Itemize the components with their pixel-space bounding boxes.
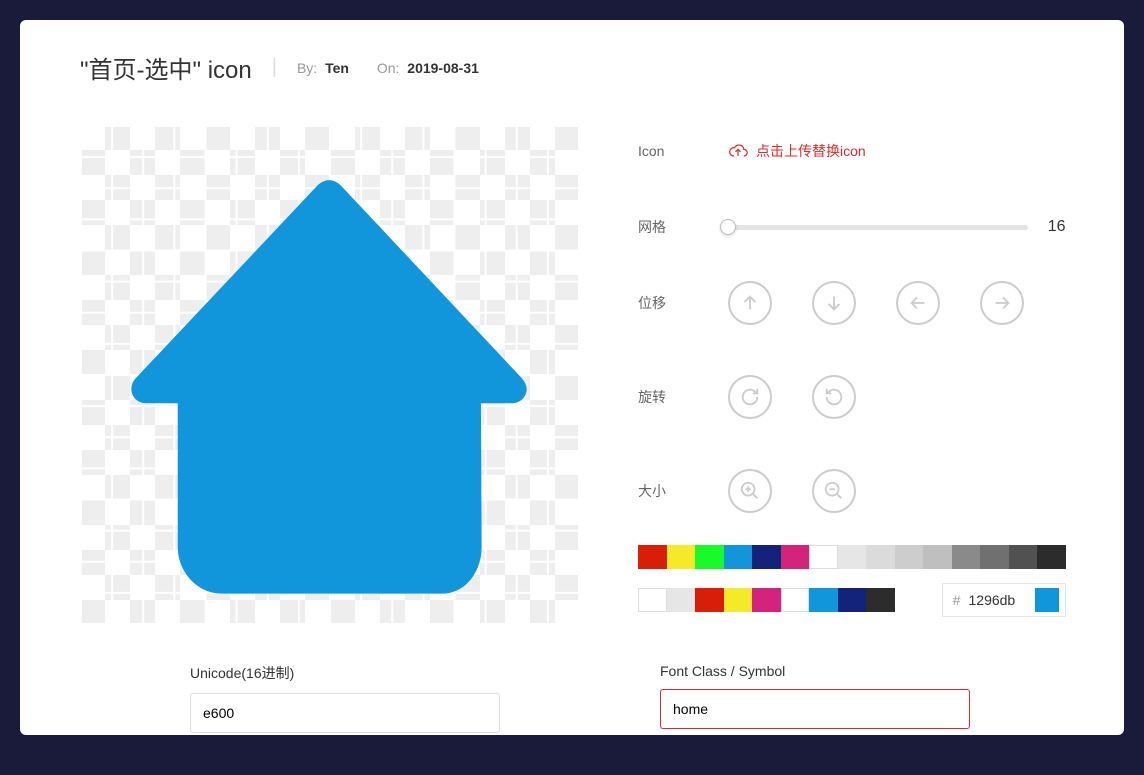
arrow-right-icon: [991, 292, 1013, 314]
color-swatch[interactable]: [1009, 545, 1038, 569]
translate-label: 位移: [638, 293, 728, 313]
rotate-ccw-icon: [823, 386, 845, 408]
cloud-upload-icon: [728, 141, 748, 161]
recent-color-swatch[interactable]: [838, 588, 867, 612]
zoom-in-icon: [739, 480, 761, 502]
recent-color-swatch[interactable]: [638, 588, 667, 612]
color-swatch[interactable]: [952, 545, 981, 569]
recent-color-swatch[interactable]: [781, 588, 810, 612]
home-icon: [109, 154, 549, 594]
size-label: 大小: [638, 481, 728, 501]
recent-color-swatch[interactable]: [752, 588, 781, 612]
move-right-button[interactable]: [980, 281, 1024, 325]
by-label: By:: [297, 60, 317, 76]
color-swatch[interactable]: [980, 545, 1009, 569]
slider-thumb[interactable]: [720, 219, 736, 235]
move-left-button[interactable]: [896, 281, 940, 325]
color-swatch[interactable]: [695, 545, 724, 569]
color-palette-2: [638, 588, 895, 612]
fontclass-label: Font Class / Symbol: [660, 663, 970, 679]
page-title: "首页-选中" icon: [80, 50, 252, 85]
color-swatch[interactable]: [667, 545, 696, 569]
grid-label: 网格: [638, 217, 728, 237]
arrow-up-icon: [739, 292, 761, 314]
author: Ten: [325, 60, 349, 76]
unicode-label: Unicode(16进制): [190, 663, 500, 683]
move-up-button[interactable]: [728, 281, 772, 325]
date: 2019-08-31: [407, 60, 479, 76]
hex-color-group: #: [942, 583, 1066, 617]
upload-replace-button[interactable]: 点击上传替换icon: [728, 141, 866, 161]
color-swatch[interactable]: [752, 545, 781, 569]
color-swatch[interactable]: [724, 545, 753, 569]
color-swatch[interactable]: [1037, 545, 1066, 569]
grid-slider[interactable]: [728, 225, 1028, 230]
fontclass-input[interactable]: [660, 689, 970, 729]
grid-value: 16: [1042, 218, 1066, 236]
rotate-label: 旋转: [638, 387, 728, 407]
rotate-cw-icon: [739, 386, 761, 408]
color-swatch[interactable]: [781, 545, 810, 569]
divider: |: [272, 56, 277, 79]
recent-color-swatch[interactable]: [866, 588, 895, 612]
zoom-out-button[interactable]: [812, 469, 856, 513]
color-swatch[interactable]: [923, 545, 952, 569]
rotate-ccw-button[interactable]: [812, 375, 856, 419]
recent-color-swatch[interactable]: [809, 588, 838, 612]
recent-color-swatch[interactable]: [695, 588, 724, 612]
color-swatch[interactable]: [866, 545, 895, 569]
on-label: On:: [377, 60, 400, 76]
zoom-in-button[interactable]: [728, 469, 772, 513]
upload-text: 点击上传替换icon: [756, 141, 866, 161]
color-palette-1: [638, 545, 1066, 569]
header: "首页-选中" icon | By: Ten On: 2019-08-31: [80, 50, 1064, 85]
icon-canvas[interactable]: [80, 125, 578, 623]
color-swatch[interactable]: [895, 545, 924, 569]
arrow-left-icon: [907, 292, 929, 314]
hex-prefix: #: [953, 592, 961, 608]
meta-info: By: Ten On: 2019-08-31: [297, 60, 483, 76]
hex-color-preview[interactable]: [1035, 588, 1059, 612]
arrow-down-icon: [823, 292, 845, 314]
unicode-input[interactable]: [190, 693, 500, 733]
zoom-out-icon: [823, 480, 845, 502]
recent-color-swatch[interactable]: [667, 588, 696, 612]
move-down-button[interactable]: [812, 281, 856, 325]
icon-label: Icon: [638, 143, 728, 159]
color-swatch[interactable]: [638, 545, 667, 569]
rotate-cw-button[interactable]: [728, 375, 772, 419]
color-swatch[interactable]: [838, 545, 867, 569]
color-swatch[interactable]: [809, 545, 838, 569]
hex-input[interactable]: [969, 592, 1027, 608]
recent-color-swatch[interactable]: [724, 588, 753, 612]
